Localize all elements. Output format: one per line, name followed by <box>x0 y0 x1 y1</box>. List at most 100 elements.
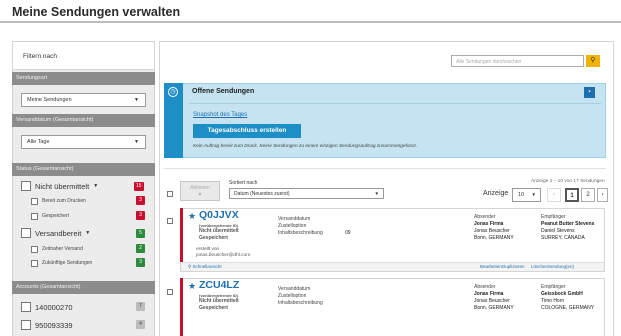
shipment-substatus: Gespeichert <box>199 305 228 311</box>
chevron-down-icon: ▼ <box>134 97 139 103</box>
absender-line: Jonas Beuscher <box>474 298 510 304</box>
tagesabschluss-button[interactable]: Tagesabschluss erstellen <box>193 124 301 138</box>
quick-view-link[interactable]: ⚲ Schnellansicht <box>188 264 222 270</box>
shipment-status: Nicht übermittelt <box>199 298 239 304</box>
search-icon: ⚲ <box>590 57 596 64</box>
status-count-badge: 2 <box>136 244 145 253</box>
account-label: 140000270 <box>35 302 73 312</box>
absender-label: Absender <box>474 284 496 290</box>
status-checkbox[interactable] <box>31 197 38 205</box>
snapshot-link[interactable]: Snapshot des Tages <box>193 112 247 118</box>
field-label: Versanddatum <box>278 216 311 222</box>
versanddatum-value: Alle Tage <box>27 139 50 145</box>
search-input[interactable]: Alle Sendungen durchsuchen <box>451 55 584 67</box>
chevron-down-icon[interactable]: ▼ <box>85 230 90 236</box>
empfaenger-line: Geissbock GmbH <box>541 291 583 297</box>
empfaenger-label: Empfänger <box>541 214 566 220</box>
field-label: Inhaltsbeschreibung <box>278 300 323 306</box>
page-button[interactable]: 2 <box>581 188 595 202</box>
anzeige-label: Anzeige <box>483 190 509 197</box>
absender-line: Jonas Firma <box>474 221 504 227</box>
account-checkbox[interactable] <box>21 302 31 312</box>
star-icon[interactable]: ★ <box>188 211 196 222</box>
status-label: Nicht übermittelt <box>35 181 90 191</box>
chevron-down-icon[interactable]: ▼ <box>93 183 98 189</box>
status-accent <box>180 208 183 262</box>
sendungsart-value: Meine Sendungen <box>27 97 72 103</box>
status-item-bereit-zum-drucken[interactable]: Bereit zum Drucken <box>31 196 86 206</box>
status-label: Zukünftige Sendungen <box>42 260 93 266</box>
prev-page-button[interactable]: ‹ <box>547 188 561 202</box>
sendungsart-select[interactable]: Meine Sendungen ▼ <box>21 93 146 107</box>
absender-line: Bonn, GERMANY <box>474 235 514 241</box>
account-checkbox[interactable] <box>21 320 31 330</box>
status-item-versandbereit[interactable]: Versandbereit ▼ <box>21 228 90 238</box>
empfaenger-label: Empfänger <box>541 284 566 290</box>
account-label: 950093339 <box>35 320 73 330</box>
status-item-gespeichert[interactable]: Gespeichert <box>31 211 69 221</box>
account-count-badge: 4 <box>136 320 145 329</box>
select-all-checkbox[interactable] <box>167 191 173 198</box>
divider <box>189 103 601 104</box>
chevron-down-icon: ▼ <box>134 139 139 145</box>
empfaenger-line: Daniel Stevens <box>541 228 575 234</box>
page-size-select[interactable]: 10 ▼ <box>512 188 541 202</box>
star-icon[interactable]: ★ <box>188 281 196 292</box>
status-checkbox[interactable] <box>21 228 31 238</box>
shipment-checkbox[interactable] <box>167 289 173 296</box>
shipments-link[interactable]: Sendung(en) <box>548 264 574 269</box>
range-info: Anzeige 1 – 10 von 17 Sendungen <box>531 179 605 184</box>
field-label: Inhaltsbeschreibung <box>278 230 323 236</box>
status-item-zeitnaher-versand[interactable]: Zeitnaher Versand <box>31 244 83 254</box>
quick-view-label: Schnellansicht <box>192 264 222 269</box>
field-label: Versanddatum <box>278 286 311 292</box>
accounts-header: Accounts (Gesamtansicht) <box>12 281 155 294</box>
aktion-button[interactable]: Aktionen ▼ <box>180 181 220 201</box>
search-button[interactable]: ⚲ <box>586 55 600 67</box>
offene-title: Offene Sendungen <box>192 88 255 95</box>
status-count-badge: 3 <box>136 196 145 205</box>
absender-line: Jonas Beuscher <box>474 228 510 234</box>
page-button[interactable]: 1 <box>565 188 579 202</box>
absender-line: Jonas Firma <box>474 291 504 297</box>
empfaenger-line: Peanut Butter Stevens <box>541 221 595 227</box>
absender-label: Absender <box>474 214 496 220</box>
absender-line: Bonn, GERMANY <box>474 305 514 311</box>
status-item-nicht-uebermittelt[interactable]: Nicht übermittelt ▼ <box>21 181 98 191</box>
inhalt-value: 09 <box>345 230 351 236</box>
field-label: Zustelloption <box>278 293 307 299</box>
shipment-status: Nicht übermittelt <box>199 228 239 234</box>
status-label: Zeitnaher Versand <box>42 246 83 252</box>
chevron-down-icon: ▼ <box>531 192 536 197</box>
next-page-button[interactable]: › <box>597 188 608 202</box>
account-item[interactable]: 950093339 <box>21 320 73 330</box>
sort-label: Sortiert nach <box>229 180 258 186</box>
sort-value: Datum (Neuestes zuerst) <box>234 191 290 197</box>
status-checkbox[interactable] <box>31 259 38 267</box>
collapse-icon[interactable]: ▪ <box>584 87 595 98</box>
clock-icon: ◷ <box>168 87 178 97</box>
shipment-id[interactable]: Q0JJVX <box>199 209 239 221</box>
sort-select[interactable]: Datum (Neuestes zuerst) ▼ <box>229 188 384 199</box>
status-count-badge: 15 <box>134 182 144 191</box>
status-count-badge: 3 <box>136 211 145 220</box>
status-checkbox[interactable] <box>31 212 38 220</box>
status-checkbox[interactable] <box>21 181 31 191</box>
title-divider <box>0 21 621 23</box>
status-label: Versandbereit <box>35 228 82 238</box>
chevron-right-icon: › <box>601 192 604 198</box>
status-checkbox[interactable] <box>31 245 38 253</box>
chevron-down-icon: ▼ <box>374 191 379 196</box>
shipment-checkbox[interactable] <box>167 218 173 225</box>
created-by: jonas.beuscher@dhl.com <box>196 253 251 258</box>
delete-link[interactable]: Löschen <box>531 264 548 269</box>
duplicate-link[interactable]: Duplizieren <box>502 264 525 269</box>
status-count-badge: 5 <box>136 229 145 238</box>
account-item[interactable]: 140000270 <box>21 302 73 312</box>
versanddatum-select[interactable]: Alle Tage ▼ <box>21 135 146 149</box>
empfaenger-line: Timo Horn <box>541 298 565 304</box>
edit-link[interactable]: Bearbeiten <box>480 264 502 269</box>
shipment-id[interactable]: ZCU4LZ <box>199 279 239 291</box>
status-accent <box>180 278 183 336</box>
status-item-zukuenftige-sendungen[interactable]: Zukünftige Sendungen <box>31 258 92 268</box>
